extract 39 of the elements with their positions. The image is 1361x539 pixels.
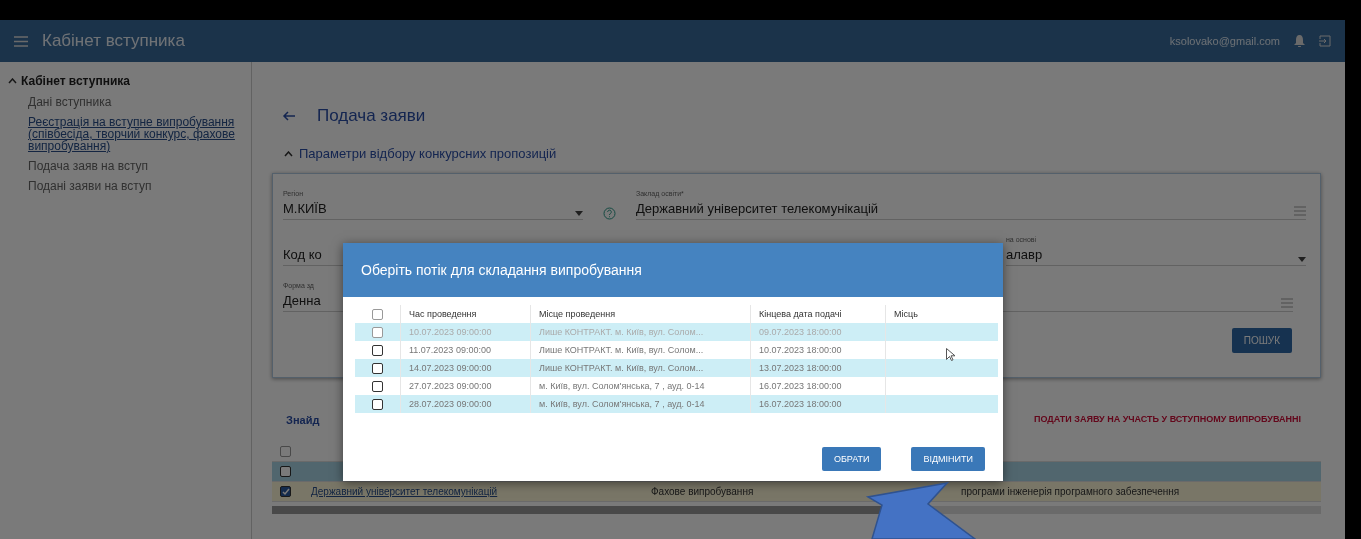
sidebar-item[interactable]: Подані заяви на вступ bbox=[28, 180, 238, 192]
checkbox[interactable] bbox=[280, 486, 291, 497]
dialog-title: Оберіть потік для складання випробування bbox=[361, 262, 642, 278]
institution-link[interactable]: Державний університет телекомунікацій bbox=[311, 486, 631, 497]
scrollbar[interactable] bbox=[272, 506, 1321, 514]
table-cell-text: програми інженерія програмного забезпечення bbox=[961, 486, 1181, 497]
search-button[interactable]: ПОШУК bbox=[1231, 328, 1292, 353]
checkbox[interactable] bbox=[372, 380, 383, 392]
table-cell: м. Київ, вул. Солом'янська, 7 , ауд. 0-14 bbox=[530, 395, 750, 413]
checkbox[interactable] bbox=[372, 362, 383, 374]
app-title: Кабінет вступника bbox=[42, 31, 186, 51]
table-cell-text: Фахове випробування bbox=[651, 486, 755, 497]
checkbox[interactable] bbox=[372, 398, 383, 410]
sidebar-item[interactable]: Подача заяв на вступ bbox=[28, 160, 238, 172]
sidebar-title: Кабінет вступника bbox=[21, 74, 131, 88]
sidebar-item[interactable]: Дані вступника bbox=[28, 96, 238, 108]
bell-icon[interactable] bbox=[1294, 35, 1305, 47]
caret-icon[interactable] bbox=[1298, 257, 1306, 262]
caret-icon[interactable] bbox=[575, 211, 583, 216]
chevron-icon[interactable] bbox=[284, 150, 293, 157]
section-title: Параметри відбору конкурсних пропозицій bbox=[299, 146, 557, 161]
menu-icon[interactable] bbox=[14, 35, 28, 47]
sidebar-item[interactable]: Реєстрація на вступне випробування (співбесіда, творчий конкурс, фахове випробування) bbox=[28, 116, 238, 152]
apply-link[interactable]: ПОДАТИ ЗАЯВУ НА УЧАСТЬ У ВСТУПНОМУ ВИПРОБУВАННІ bbox=[1034, 414, 1301, 426]
checkbox[interactable] bbox=[372, 308, 383, 320]
table-cell: 16.07.2023 18:00:00 bbox=[750, 395, 885, 413]
select-button[interactable]: ОБРАТИ bbox=[821, 447, 882, 471]
help-icon[interactable] bbox=[603, 207, 616, 220]
cancel-button[interactable]: ВІДМІНИТИ bbox=[911, 447, 985, 471]
results-title: Знайд bbox=[286, 414, 320, 426]
checkbox[interactable] bbox=[280, 446, 291, 457]
logout-icon[interactable] bbox=[1319, 35, 1331, 47]
chevron-icon[interactable] bbox=[8, 78, 17, 84]
user-email: ksolovako@gmail.com bbox=[1169, 35, 1280, 47]
table-cell: 28.07.2023 09:00:00 bbox=[400, 395, 530, 413]
page-title: Подача заяви bbox=[317, 106, 426, 126]
back-arrow-icon[interactable] bbox=[282, 111, 295, 121]
checkbox[interactable] bbox=[280, 466, 291, 477]
checkbox[interactable] bbox=[372, 344, 383, 356]
